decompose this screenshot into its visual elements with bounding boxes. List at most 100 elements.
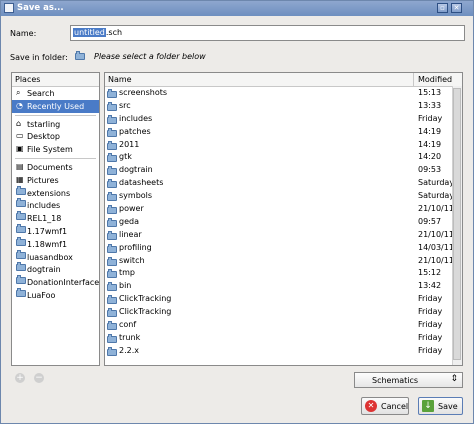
sidebar-item-label: includes <box>27 201 61 211</box>
sidebar-item-pictures[interactable]: ▦ Pictures <box>12 174 99 187</box>
file-row[interactable]: trunk Friday <box>105 332 462 345</box>
file-modified: 21/10/11 <box>418 255 454 265</box>
drive-icon: ▣ <box>16 144 24 154</box>
sidebar-item-extensions[interactable]: extensions <box>12 185 99 200</box>
file-row[interactable]: profiling 14/03/11 <box>105 242 462 255</box>
sidebar-item-documents[interactable]: ▤ Documents <box>12 161 99 174</box>
recent-icon: ◔ <box>16 100 23 110</box>
sidebar-item-label: tstarling <box>27 119 61 129</box>
sidebar-item-1-17wmf1[interactable]: 1.17wmf1 <box>12 223 99 238</box>
sidebar-item-label: dogtrain <box>27 265 61 275</box>
add-bookmark-icon[interactable]: + <box>15 373 25 383</box>
file-row[interactable]: linear 21/10/11 <box>105 229 462 242</box>
file-type-select[interactable]: Schematics ⇕ <box>354 372 463 388</box>
file-row[interactable]: datasheets Saturday <box>105 177 462 190</box>
sidebar-item-recently-used[interactable]: ◔ Recently Used <box>12 99 99 113</box>
sidebar-item-1-18wmf1[interactable]: 1.18wmf1 <box>12 236 99 251</box>
app-icon <box>4 3 14 13</box>
file-name: includes <box>119 113 153 123</box>
folder-icon <box>107 140 117 150</box>
filename-selected-text: untitled <box>73 28 106 37</box>
folder-icon <box>107 282 117 292</box>
file-row[interactable]: bin 13:42 <box>105 280 462 293</box>
file-rows: screenshots 15:13 src 13:33 includes Friday pa… <box>105 87 462 358</box>
file-modified: 09:57 <box>418 216 442 226</box>
file-name: ClickTracking <box>119 307 172 317</box>
sidebar-item-desktop[interactable]: ▭ Desktop <box>12 130 99 143</box>
close-icon[interactable]: ✕ <box>451 3 462 13</box>
file-row[interactable]: ClickTracking Friday <box>105 293 462 306</box>
cancel-button[interactable]: ✕ Cancel <box>361 397 409 415</box>
file-row[interactable]: includes Friday <box>105 113 462 126</box>
file-modified: 13:33 <box>418 100 442 110</box>
file-row[interactable]: ClickTracking Friday <box>105 306 462 319</box>
folder-icon <box>107 127 117 137</box>
sidebar-item-donationinterface[interactable]: DonationInterface <box>12 275 99 289</box>
sidebar-item-label: luasandbox <box>27 252 73 262</box>
file-name: src <box>119 100 131 110</box>
file-modified: Friday <box>418 320 443 330</box>
file-row[interactable]: conf Friday <box>105 319 462 332</box>
file-modified: Friday <box>418 294 443 304</box>
save-button[interactable]: ↓ Save <box>418 397 463 415</box>
folder-icon <box>16 287 26 302</box>
sidebar-item-luasandbox[interactable]: luasandbox <box>12 249 99 264</box>
file-row[interactable]: patches 14:19 <box>105 126 462 139</box>
folder-icon <box>107 321 117 331</box>
file-name: power <box>119 204 144 214</box>
file-row[interactable]: symbols Saturday <box>105 190 462 203</box>
file-row[interactable]: screenshots 15:13 <box>105 87 462 100</box>
folder-icon <box>107 153 117 163</box>
sidebar-item-includes[interactable]: includes <box>12 198 99 212</box>
file-list-header: Name Modified <box>105 73 462 87</box>
restore-icon[interactable]: ▫ <box>437 3 448 13</box>
sidebar-item-rel1-18[interactable]: REL1_18 <box>12 211 99 225</box>
file-row[interactable]: geda 09:57 <box>105 216 462 229</box>
file-name: gtk <box>119 152 132 162</box>
folder-icon <box>107 192 117 202</box>
file-list-panel: Name Modified screenshots 15:13 src 13:33 in… <box>104 72 463 366</box>
places-header[interactable]: Places <box>12 73 99 87</box>
file-row[interactable]: 2.2.x Friday <box>105 345 462 358</box>
vertical-scrollbar[interactable] <box>452 86 462 365</box>
name-label: Name: <box>10 29 37 38</box>
file-name: trunk <box>119 332 141 342</box>
file-name: switch <box>119 255 145 265</box>
cancel-button-label: Cancel <box>381 402 409 411</box>
file-row[interactable]: switch 21/10/11 <box>105 255 462 268</box>
title-bar[interactable]: Save as... ▫ ✕ <box>1 1 473 16</box>
file-row[interactable]: 2011 14:19 <box>105 139 462 152</box>
column-divider[interactable] <box>413 73 414 86</box>
filename-input[interactable]: untitled.sch <box>70 25 465 41</box>
sidebar-item-label: 1.18wmf1 <box>27 239 68 249</box>
desktop-icon: ▭ <box>16 131 24 141</box>
file-modified: 13:42 <box>418 281 442 291</box>
column-header-name[interactable]: Name <box>108 75 132 84</box>
sidebar-item-label: LuaFoo <box>27 290 56 300</box>
sidebar-item-dogtrain[interactable]: dogtrain <box>12 262 99 276</box>
remove-bookmark-icon[interactable]: − <box>34 373 44 383</box>
file-name: linear <box>119 229 142 239</box>
file-row[interactable]: gtk 14:20 <box>105 151 462 164</box>
file-name: tmp <box>119 268 136 278</box>
sidebar-item-tstarling[interactable]: ⌂ tstarling <box>12 118 99 131</box>
scrollbar-thumb[interactable] <box>453 88 461 360</box>
file-row[interactable]: dogtrain 09:53 <box>105 164 462 177</box>
file-row[interactable]: power 21/10/11 <box>105 203 462 216</box>
sidebar-item-search[interactable]: ⌕ Search <box>12 87 99 100</box>
file-name: conf <box>119 320 137 330</box>
sidebar-item-luafoo[interactable]: LuaFoo <box>12 287 99 302</box>
file-modified: 21/10/11 <box>418 204 454 214</box>
folder-icon <box>107 333 117 343</box>
sidebar-item-label: File System <box>27 145 73 155</box>
sidebar-item-label: Search <box>27 88 55 98</box>
file-modified: Saturday <box>418 178 455 188</box>
file-row[interactable]: src 13:33 <box>105 100 462 113</box>
file-name: ClickTracking <box>119 294 172 304</box>
file-modified: 14:20 <box>418 152 442 162</box>
file-name: profiling <box>119 242 152 252</box>
folder-icon <box>107 295 117 305</box>
sidebar-item-file-system[interactable]: ▣ File System <box>12 143 99 156</box>
column-header-modified[interactable]: Modified <box>418 75 452 84</box>
file-row[interactable]: tmp 15:12 <box>105 267 462 280</box>
